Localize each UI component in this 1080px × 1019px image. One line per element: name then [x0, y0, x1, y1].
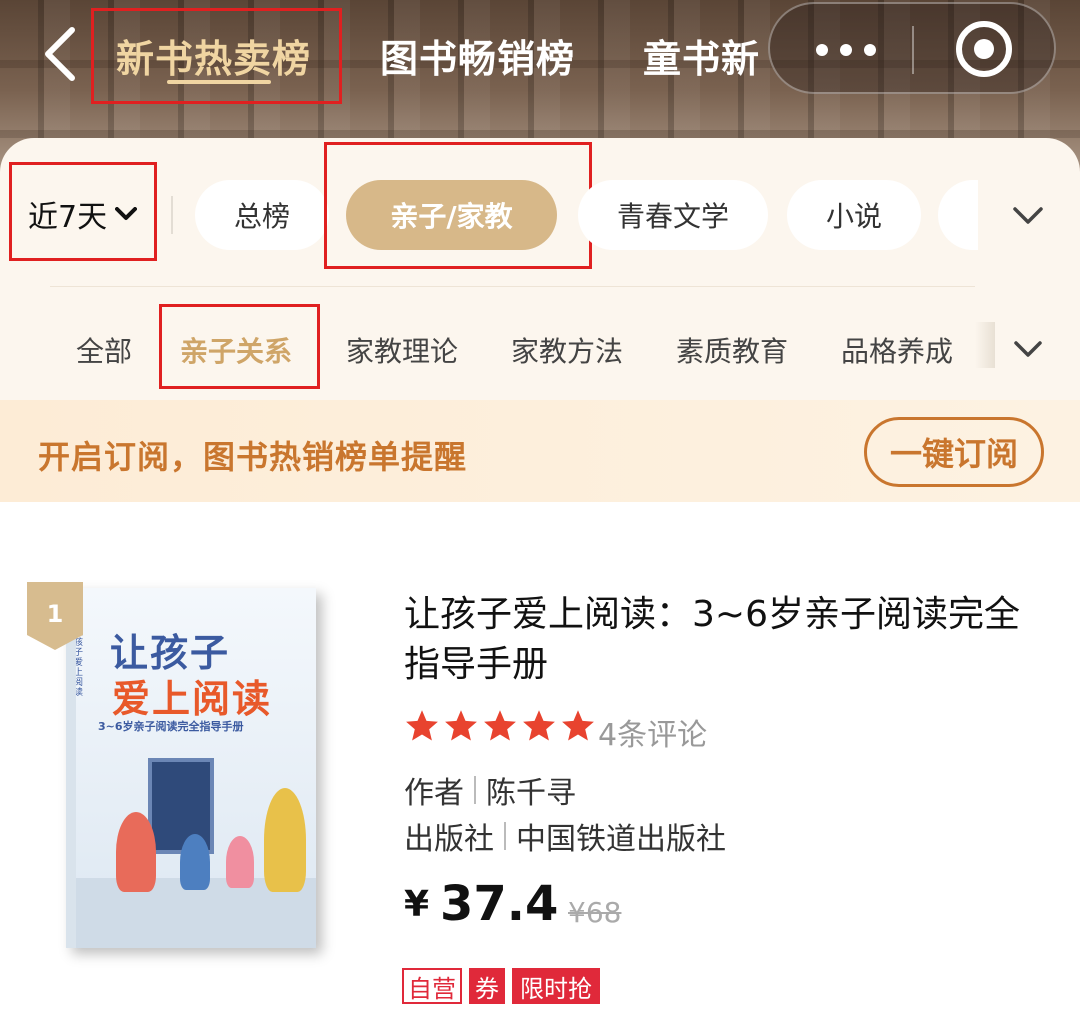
cover-illustration-father [264, 788, 306, 892]
subcategory-quality-education[interactable]: 素质教育 [676, 330, 788, 370]
expand-categories-chevron-down-icon[interactable] [1012, 206, 1044, 226]
book-cover[interactable]: 让孩子爱上阅读 让孩子 爱上阅读 3~6岁亲子阅读完全指导手册 [66, 588, 316, 948]
tag-self-operated: 自营 [402, 968, 462, 1004]
subcategory-overflow-fade [975, 322, 995, 368]
tab-children-new[interactable]: 童书新 [643, 28, 761, 83]
top-nav: 新书热卖榜 图书畅销榜 童书新 [0, 0, 1080, 110]
author-label: 作者 [404, 776, 464, 811]
vertical-divider [171, 196, 173, 234]
subcategory-methods[interactable]: 家教方法 [511, 330, 623, 370]
meta-separator [474, 776, 476, 804]
publisher-row: 出版社 中国铁道出版社 [404, 814, 726, 858]
back-button[interactable] [30, 22, 90, 86]
highlight-box-tab [91, 8, 342, 104]
author-row: 作者 陈千寻 [404, 768, 576, 812]
star-icon [484, 710, 516, 741]
close-mini-program-button[interactable] [956, 21, 1012, 77]
subcategory-character[interactable]: 品格养成 [841, 330, 953, 370]
price: 37.4 [440, 876, 559, 932]
book-title[interactable]: 让孩子爱上阅读：3~6岁亲子阅读完全指导手册 [404, 590, 1044, 690]
cover-title-line2: 爱上阅读 [112, 677, 273, 721]
subcategory-all[interactable]: 全部 [76, 330, 132, 370]
category-pill-novel[interactable]: 小说 [787, 180, 921, 250]
rating-stars [404, 708, 596, 744]
subscribe-button[interactable]: 一键订阅 [864, 417, 1044, 487]
category-pill-total[interactable]: 总榜 [195, 180, 329, 250]
more-dot [864, 44, 876, 56]
filter-divider [50, 286, 975, 287]
tag-coupon: 券 [469, 968, 505, 1004]
author-name[interactable]: 陈千寻 [486, 768, 576, 812]
more-dots-icon [816, 44, 828, 56]
highlight-box-range [9, 162, 157, 261]
star-icon [523, 710, 555, 741]
original-price: ¥68 [568, 896, 622, 929]
mini-program-capsule [768, 2, 1056, 94]
tab-bestseller[interactable]: 图书畅销榜 [380, 28, 575, 83]
review-count[interactable]: 4条评论 [598, 710, 707, 754]
record-circle-icon [974, 39, 994, 59]
expand-subcategories-chevron-down-icon[interactable] [1013, 340, 1043, 358]
subscribe-banner-text: 开启订阅，图书热销榜单提醒 [38, 438, 468, 476]
cover-illustration-girl [226, 836, 254, 888]
cover-tagline: 3~6岁亲子阅读完全指导手册 [98, 720, 244, 733]
cover-illustration-mother [116, 812, 156, 892]
publisher-name[interactable]: 中国铁道出版社 [516, 814, 726, 858]
star-icon [445, 710, 477, 741]
highlight-box-subcategory [159, 304, 320, 389]
highlight-box-category [324, 142, 592, 269]
star-icon [562, 710, 594, 741]
cover-illustration-child [180, 834, 210, 890]
capsule-divider [912, 26, 914, 74]
price-currency: ¥ [404, 884, 430, 925]
chevron-left-icon [45, 27, 75, 81]
subcategory-theory[interactable]: 家教理论 [346, 330, 458, 370]
publisher-label: 出版社 [404, 822, 494, 857]
star-icon [406, 710, 438, 741]
category-pill-youth-literature[interactable]: 青春文学 [578, 180, 768, 250]
meta-separator [504, 822, 506, 850]
more-dot [840, 44, 852, 56]
tag-flash-sale: 限时抢 [512, 968, 600, 1004]
more-button[interactable] [796, 24, 896, 76]
